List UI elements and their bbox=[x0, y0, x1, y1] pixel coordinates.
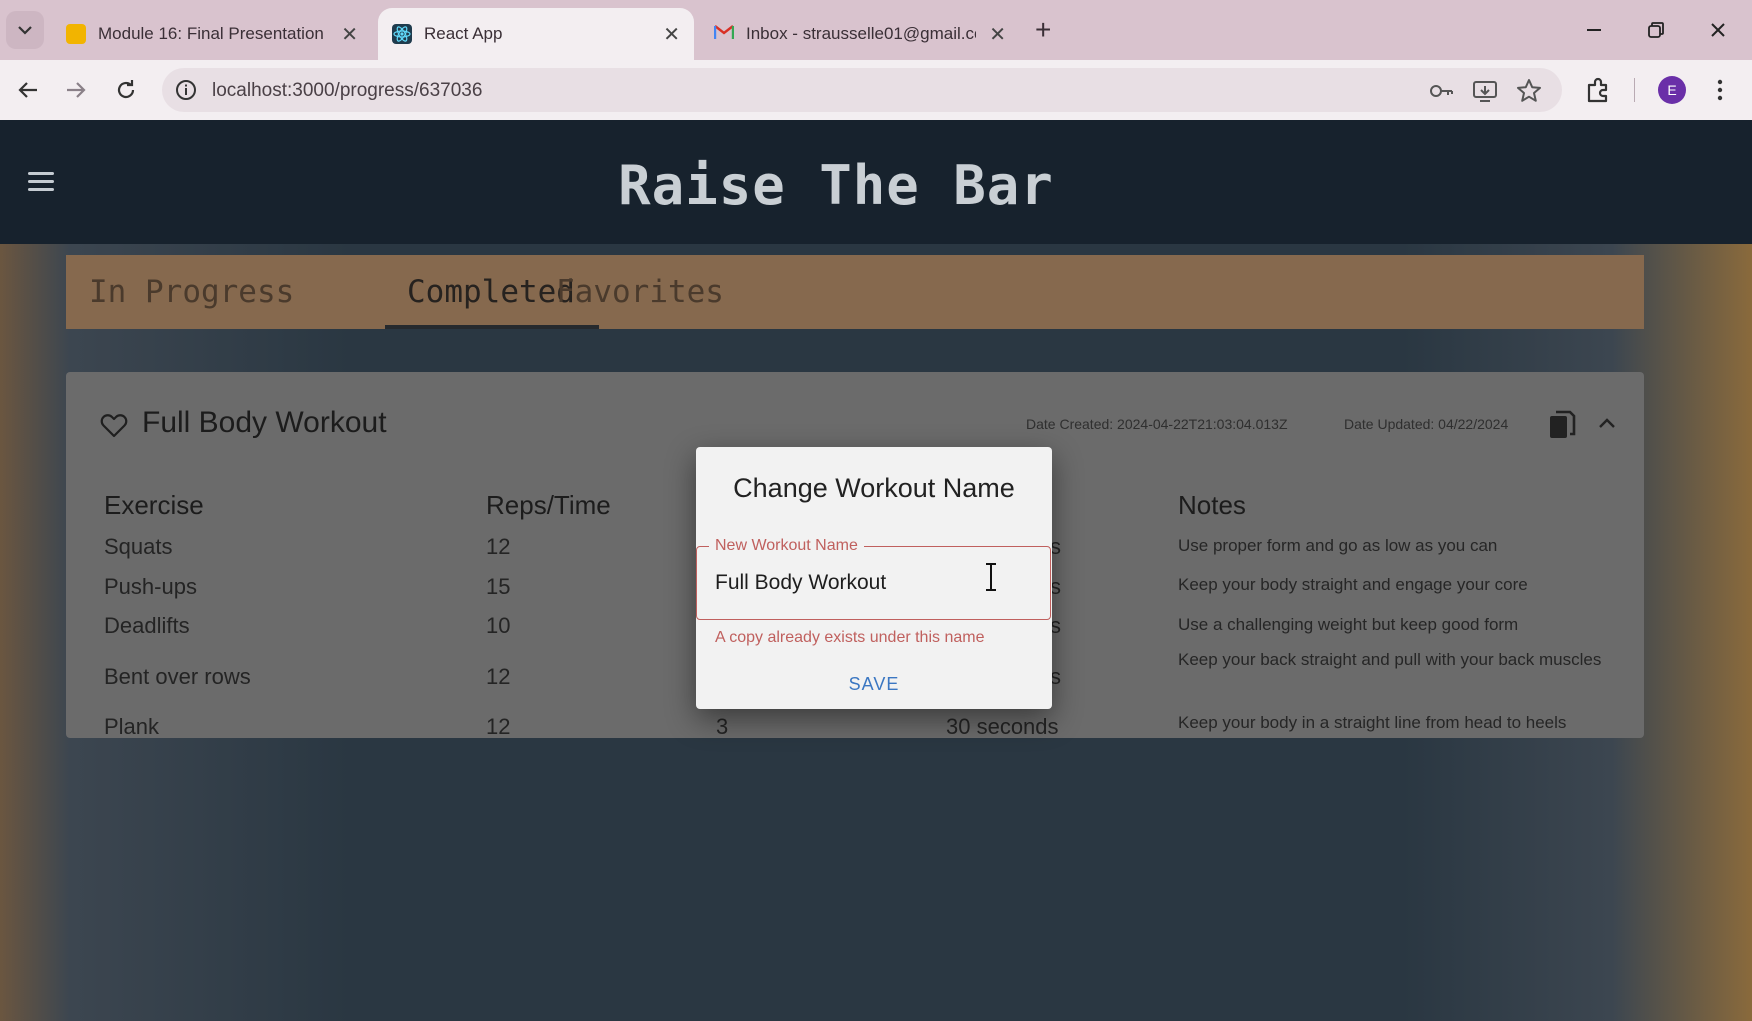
close-window-button[interactable] bbox=[1698, 12, 1738, 48]
chevron-down-icon bbox=[18, 26, 32, 35]
cell-duration: 30 seconds bbox=[946, 714, 1059, 739]
arrow-left-icon bbox=[18, 82, 37, 98]
copy-icon[interactable] bbox=[1548, 410, 1576, 442]
cell-reps: 15 bbox=[486, 574, 511, 599]
extensions-icon[interactable] bbox=[1584, 76, 1612, 104]
new-tab-button[interactable]: + bbox=[1035, 14, 1051, 46]
cell-reps: 12 bbox=[486, 534, 511, 559]
change-name-dialog: Change Workout Name New Workout Name A c… bbox=[696, 447, 1052, 709]
cell-notes: Keep your body in a straight line from h… bbox=[1178, 713, 1567, 732]
forward-button[interactable] bbox=[58, 72, 94, 108]
browser-tab-bar: Module 16: Final Presentation ✕ React Ap… bbox=[0, 0, 1752, 60]
profile-avatar[interactable]: E bbox=[1658, 76, 1686, 104]
close-icon[interactable]: ✕ bbox=[989, 22, 1006, 47]
save-button[interactable]: SAVE bbox=[824, 669, 924, 699]
browser-toolbar: localhost:3000/progress/637036 bbox=[0, 60, 1752, 120]
browser-tab-react-app[interactable]: React App ✕ bbox=[378, 8, 694, 60]
cell-notes: Keep your body straight and engage your … bbox=[1178, 575, 1528, 594]
browser-tab-module16[interactable]: Module 16: Final Presentation ✕ bbox=[52, 8, 372, 60]
cell-notes: Use a challenging weight but keep good f… bbox=[1178, 615, 1519, 634]
minimize-icon bbox=[1587, 29, 1601, 31]
react-icon bbox=[392, 24, 412, 44]
site-info-icon[interactable] bbox=[174, 78, 198, 102]
key-icon[interactable] bbox=[1428, 78, 1454, 104]
reload-icon bbox=[117, 80, 135, 99]
cell-sets: 3 bbox=[716, 714, 729, 739]
tab-search-button[interactable] bbox=[6, 11, 44, 49]
gmail-icon bbox=[713, 24, 735, 44]
address-bar[interactable]: localhost:3000/progress/637036 bbox=[162, 68, 1562, 112]
arrow-right-icon bbox=[67, 82, 86, 98]
minimize-button[interactable] bbox=[1574, 12, 1614, 48]
error-message: A copy already exists under this name bbox=[715, 629, 985, 646]
tab-in-progress[interactable]: In Progress bbox=[89, 255, 294, 329]
date-created: Date Created: 2024-04-22T21:03:04.013Z bbox=[1026, 416, 1288, 432]
app-viewport: Raise The Bar In Progress Completed Favo… bbox=[0, 120, 1752, 1021]
heart-icon[interactable] bbox=[100, 412, 128, 438]
cell-exercise: Deadlifts bbox=[104, 613, 190, 638]
header-notes: Notes bbox=[1178, 490, 1246, 520]
workout-name: Full Body Workout bbox=[142, 406, 387, 439]
cell-reps: 12 bbox=[486, 714, 511, 739]
cell-notes: Keep your back straight and pull with yo… bbox=[1178, 650, 1602, 669]
cell-exercise: Push-ups bbox=[104, 574, 197, 599]
workout-name-input[interactable] bbox=[715, 571, 1015, 595]
chevron-up-icon[interactable] bbox=[1596, 412, 1618, 434]
close-icon bbox=[1711, 23, 1725, 37]
install-app-icon[interactable] bbox=[1472, 78, 1498, 104]
cell-reps: 12 bbox=[486, 664, 511, 689]
cell-exercise: Squats bbox=[104, 534, 173, 559]
app-title: Raise The Bar bbox=[618, 154, 1054, 217]
restore-icon bbox=[1648, 22, 1664, 38]
toolbar-divider bbox=[1634, 78, 1635, 102]
url-text[interactable]: localhost:3000/progress/637036 bbox=[212, 80, 482, 102]
cell-exercise: Plank bbox=[104, 714, 160, 739]
close-icon[interactable]: ✕ bbox=[663, 22, 680, 47]
workout-tabs: In Progress Completed Favorites bbox=[66, 255, 1644, 329]
header-exercise: Exercise bbox=[104, 490, 204, 520]
cell-reps: 10 bbox=[486, 613, 511, 638]
cell-notes: Use proper form and go as low as you can bbox=[1178, 536, 1498, 555]
browser-tab-gmail[interactable]: Inbox - strausselle01@gmail.co ✕ bbox=[700, 8, 1020, 60]
tab-favorites[interactable]: Favorites bbox=[556, 255, 724, 329]
date-updated: Date Updated: 04/22/2024 bbox=[1344, 416, 1509, 432]
field-label: New Workout Name bbox=[709, 537, 864, 555]
slides-icon bbox=[66, 24, 86, 44]
reload-button[interactable] bbox=[108, 72, 144, 108]
star-icon[interactable] bbox=[1516, 78, 1542, 104]
dialog-title: Change Workout Name bbox=[733, 473, 1015, 503]
header-reps: Reps/Time bbox=[486, 490, 611, 520]
app-header: Raise The Bar bbox=[0, 120, 1752, 244]
cell-exercise: Bent over rows bbox=[104, 664, 251, 689]
more-menu-icon[interactable] bbox=[1706, 76, 1734, 104]
text-cursor-icon bbox=[986, 563, 996, 591]
tab-completed[interactable]: Completed bbox=[407, 255, 575, 329]
close-icon[interactable]: ✕ bbox=[341, 22, 358, 47]
tab-indicator bbox=[385, 325, 599, 329]
back-button[interactable] bbox=[10, 72, 46, 108]
restore-button[interactable] bbox=[1636, 12, 1676, 48]
